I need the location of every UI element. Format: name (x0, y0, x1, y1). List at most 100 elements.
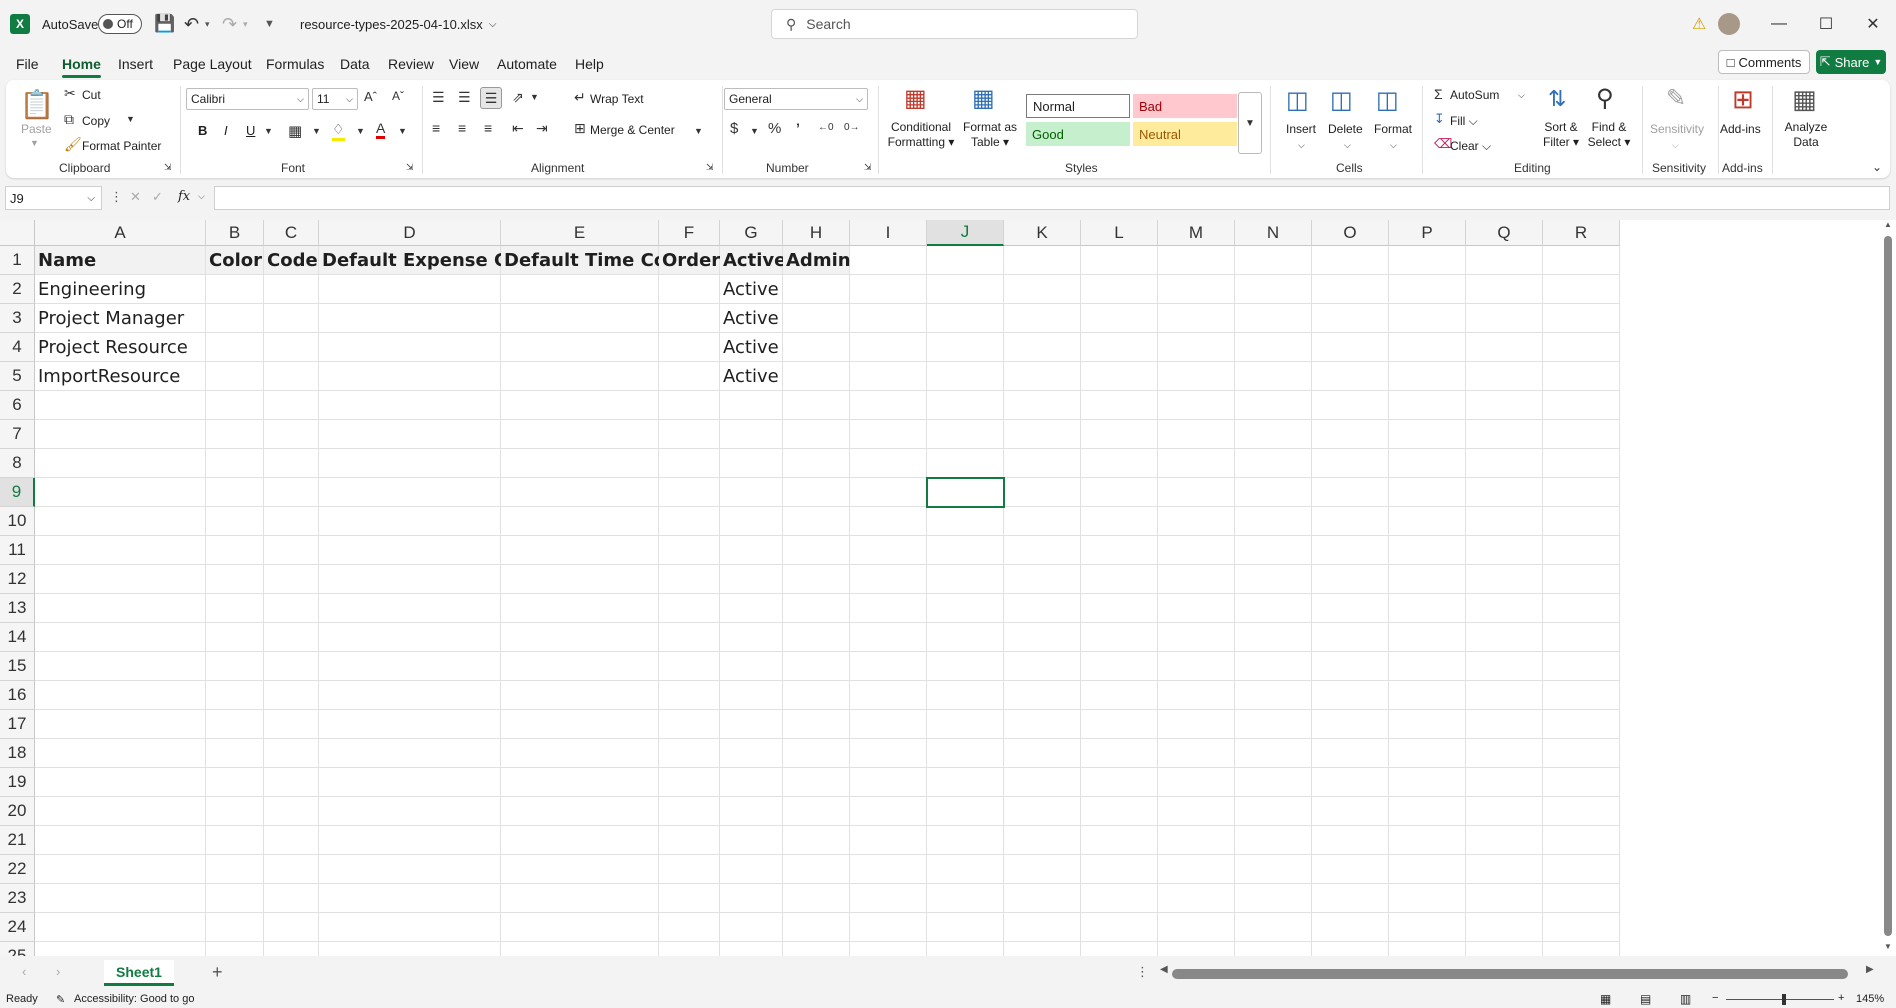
cell-i18[interactable] (850, 739, 927, 768)
cell-k24[interactable] (1004, 913, 1081, 942)
cell-i23[interactable] (850, 884, 927, 913)
cell-p9[interactable] (1389, 478, 1466, 507)
cell-e6[interactable] (501, 391, 659, 420)
cell-r1[interactable] (1543, 246, 1620, 275)
cell-m17[interactable] (1158, 710, 1235, 739)
font-color-icon[interactable]: A (376, 120, 386, 139)
cell-f4[interactable] (659, 333, 720, 362)
cell-l23[interactable] (1081, 884, 1158, 913)
cell-q3[interactable] (1466, 304, 1543, 333)
cell-q9[interactable] (1466, 478, 1543, 507)
cell-e8[interactable] (501, 449, 659, 478)
cell-c17[interactable] (264, 710, 319, 739)
cell-l13[interactable] (1081, 594, 1158, 623)
cell-h15[interactable] (783, 652, 850, 681)
cell-k4[interactable] (1004, 333, 1081, 362)
cell-c9[interactable] (264, 478, 319, 507)
cell-c20[interactable] (264, 797, 319, 826)
cell-a14[interactable] (35, 623, 206, 652)
cell-d9[interactable] (319, 478, 501, 507)
cell-d16[interactable] (319, 681, 501, 710)
cell-m7[interactable] (1158, 420, 1235, 449)
style-normal[interactable]: Normal (1026, 94, 1130, 118)
row-header-23[interactable]: 23 (0, 884, 35, 913)
cell-r4[interactable] (1543, 333, 1620, 362)
cell-a6[interactable] (35, 391, 206, 420)
cell-k2[interactable] (1004, 275, 1081, 304)
insert-dropdown-icon[interactable]: ⌵ (1298, 140, 1305, 151)
zoom-slider[interactable] (1726, 999, 1834, 1000)
more-options-icon[interactable]: ⋮ (110, 189, 123, 205)
cell-i1[interactable] (850, 246, 927, 275)
scroll-left-icon[interactable]: ◀ (1160, 964, 1168, 975)
underline-button[interactable]: U (246, 123, 255, 138)
decrease-decimal-icon[interactable]: 0→ (844, 122, 860, 133)
format-as-table-icon[interactable]: ▦ (972, 84, 995, 113)
cell-d18[interactable] (319, 739, 501, 768)
row-header-12[interactable]: 12 (0, 565, 35, 594)
column-header-k[interactable]: K (1004, 220, 1081, 246)
cell-q24[interactable] (1466, 913, 1543, 942)
cell-q15[interactable] (1466, 652, 1543, 681)
cell-b17[interactable] (206, 710, 264, 739)
cell-a2[interactable]: Engineering (35, 275, 206, 304)
cell-i25[interactable] (850, 942, 927, 956)
insert-button[interactable]: Insert (1286, 122, 1316, 136)
dialog-launcher-icon[interactable]: ⇲ (406, 162, 414, 173)
cell-j7[interactable] (927, 420, 1004, 449)
cell-a4[interactable]: Project Resource (35, 333, 206, 362)
merge-dropdown-icon[interactable]: ▼ (694, 126, 703, 136)
cell-n9[interactable] (1235, 478, 1312, 507)
cell-h2[interactable] (783, 275, 850, 304)
cell-k20[interactable] (1004, 797, 1081, 826)
bold-button[interactable]: B (198, 123, 207, 138)
row-header-3[interactable]: 3 (0, 304, 35, 333)
cell-b16[interactable] (206, 681, 264, 710)
cell-r19[interactable] (1543, 768, 1620, 797)
cell-f25[interactable] (659, 942, 720, 956)
row-header-5[interactable]: 5 (0, 362, 35, 391)
style-neutral[interactable]: Neutral (1133, 122, 1237, 146)
cell-d1[interactable]: Default Expense Code (319, 246, 545, 275)
cell-m1[interactable] (1158, 246, 1235, 275)
save-icon[interactable]: 💾 (154, 0, 175, 48)
tab-help[interactable]: Help (575, 52, 604, 76)
cell-h16[interactable] (783, 681, 850, 710)
vertical-scrollbar[interactable]: ▲ ▼ (1881, 220, 1896, 956)
conditional-formatting-icon[interactable]: ▦ (904, 84, 927, 113)
cell-m6[interactable] (1158, 391, 1235, 420)
cell-i19[interactable] (850, 768, 927, 797)
collapse-ribbon-icon[interactable]: ⌄ (1872, 160, 1882, 174)
cell-b23[interactable] (206, 884, 264, 913)
cell-r11[interactable] (1543, 536, 1620, 565)
column-header-o[interactable]: O (1312, 220, 1389, 246)
cell-c23[interactable] (264, 884, 319, 913)
cell-e3[interactable] (501, 304, 659, 333)
cell-p18[interactable] (1389, 739, 1466, 768)
cell-g14[interactable] (720, 623, 783, 652)
cell-o5[interactable] (1312, 362, 1389, 391)
cell-b4[interactable] (206, 333, 264, 362)
row-header-7[interactable]: 7 (0, 420, 35, 449)
cell-l10[interactable] (1081, 507, 1158, 536)
cell-b15[interactable] (206, 652, 264, 681)
row-header-19[interactable]: 19 (0, 768, 35, 797)
cell-k21[interactable] (1004, 826, 1081, 855)
cell-c16[interactable] (264, 681, 319, 710)
cell-e24[interactable] (501, 913, 659, 942)
cell-j16[interactable] (927, 681, 1004, 710)
cell-o11[interactable] (1312, 536, 1389, 565)
sort-filter-button[interactable]: Sort & Filter ▾ (1534, 120, 1588, 150)
cell-l11[interactable] (1081, 536, 1158, 565)
cell-q12[interactable] (1466, 565, 1543, 594)
column-header-m[interactable]: M (1158, 220, 1235, 246)
cell-j15[interactable] (927, 652, 1004, 681)
cell-r21[interactable] (1543, 826, 1620, 855)
zoom-out-icon[interactable]: − (1712, 992, 1718, 1004)
conditional-formatting-button[interactable]: Conditional Formatting ▾ (886, 120, 956, 150)
cell-f11[interactable] (659, 536, 720, 565)
font-size-select[interactable]: 11 ⌵ (312, 88, 358, 110)
cell-g23[interactable] (720, 884, 783, 913)
cell-n21[interactable] (1235, 826, 1312, 855)
format-cells-icon[interactable]: ◫ (1376, 86, 1399, 115)
